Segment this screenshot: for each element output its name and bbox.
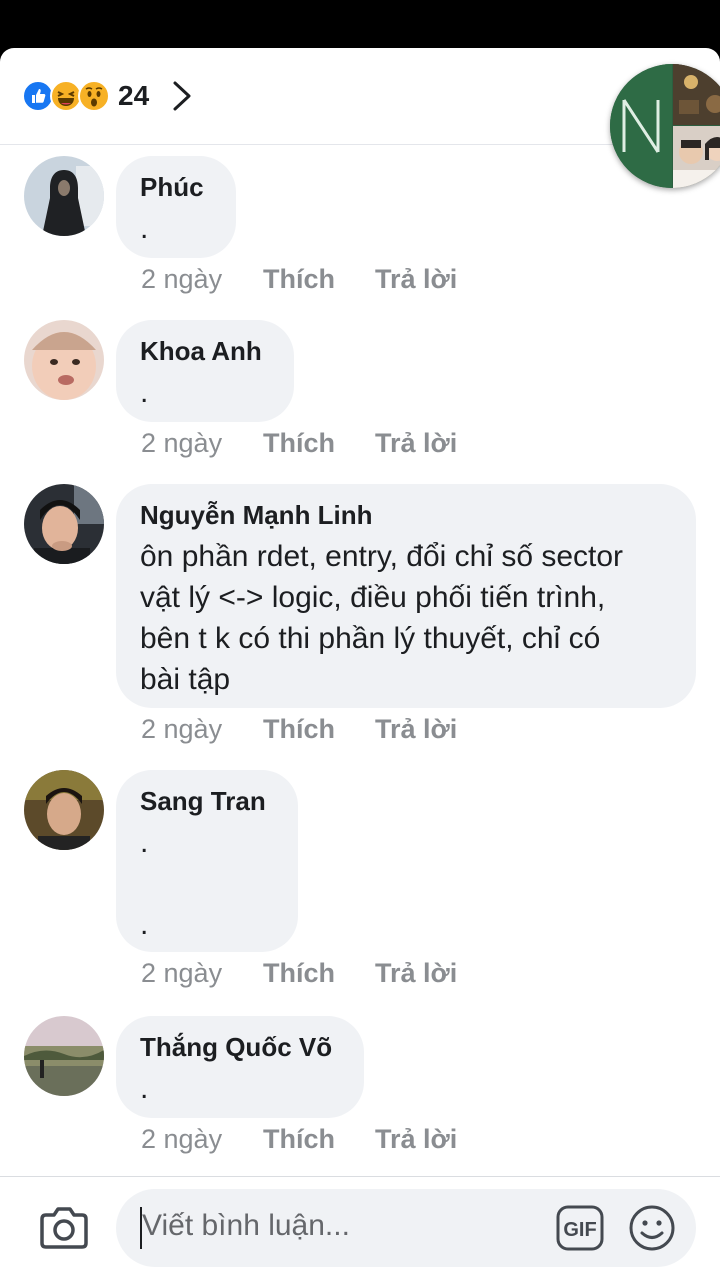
comment-bubble[interactable]: Nguyễn Mạnh Linh ôn phần rdet, entry, đổ… xyxy=(116,484,696,708)
camera-icon[interactable] xyxy=(38,1205,90,1251)
chevron-right-icon[interactable] xyxy=(169,79,193,113)
reactions-summary[interactable]: 24 xyxy=(22,79,193,113)
comment-author[interactable]: Sang Tran xyxy=(140,786,274,816)
gif-icon[interactable]: GIF xyxy=(556,1205,604,1251)
reply-button[interactable]: Trả lời xyxy=(375,428,457,459)
reaction-count: 24 xyxy=(118,80,150,111)
comment-time: 2 ngày xyxy=(141,1124,223,1154)
comment-author[interactable]: Khoa Anh xyxy=(140,336,270,366)
like-button[interactable]: Thích xyxy=(263,958,375,989)
chat-head-bubble[interactable] xyxy=(610,64,720,188)
comment-time: 2 ngày xyxy=(141,264,223,294)
comment-composer: Viết bình luận... GIF xyxy=(0,1176,720,1280)
comment-actions: 2 ngày Thích Trả lời xyxy=(141,714,457,745)
comment-actions: 2 ngày Thích Trả lời xyxy=(141,958,457,989)
reply-button[interactable]: Trả lời xyxy=(375,958,457,989)
comment-text: . xyxy=(140,376,149,409)
comment-text: . xyxy=(140,212,149,245)
comment-author[interactable]: Nguyễn Mạnh Linh xyxy=(140,500,672,530)
chat-head-logo xyxy=(610,64,672,188)
reply-button[interactable]: Trả lời xyxy=(375,1124,457,1155)
comment-input[interactable]: Viết bình luận... GIF xyxy=(116,1189,696,1267)
reply-button[interactable]: Trả lời xyxy=(375,714,457,745)
comment-input-placeholder: Viết bình luận... xyxy=(142,1209,350,1242)
comment-text: ôn phần rdet, entry, đổi chỉ số sector v… xyxy=(140,540,624,696)
avatar[interactable] xyxy=(24,156,104,236)
avatar[interactable] xyxy=(24,320,104,400)
comment-time: 2 ngày xyxy=(141,428,223,458)
comment-bubble[interactable]: Khoa Anh . xyxy=(116,320,294,422)
comment-author[interactable]: Phúc xyxy=(140,172,212,202)
gif-label: GIF xyxy=(563,1219,596,1241)
wow-icon xyxy=(78,80,110,112)
comments-sheet: 24 Phúc . 2 ngày Thích Trả lời Khoa Anh … xyxy=(0,48,720,1280)
reply-button[interactable]: Trả lời xyxy=(375,264,457,295)
avatar[interactable] xyxy=(24,484,104,564)
like-button[interactable]: Thích xyxy=(263,264,375,295)
comment-text: . . xyxy=(140,826,149,941)
comment-actions: 2 ngày Thích Trả lời xyxy=(141,428,457,459)
avatar[interactable] xyxy=(24,1016,104,1096)
chat-head-photo xyxy=(673,126,720,188)
comment-actions: 2 ngày Thích Trả lời xyxy=(141,1124,457,1155)
comment-actions: 2 ngày Thích Trả lời xyxy=(141,264,457,295)
comment-bubble[interactable]: Phúc . xyxy=(116,156,236,258)
comment-author[interactable]: Thắng Quốc Võ xyxy=(140,1032,340,1062)
emoji-icon[interactable] xyxy=(628,1204,676,1252)
comment-time: 2 ngày xyxy=(141,958,223,988)
like-button[interactable]: Thích xyxy=(263,428,375,459)
like-button[interactable]: Thích xyxy=(263,1124,375,1155)
comment-time: 2 ngày xyxy=(141,714,223,744)
chat-head-photo xyxy=(673,64,720,125)
avatar[interactable] xyxy=(24,770,104,850)
comment-bubble[interactable]: Thắng Quốc Võ . xyxy=(116,1016,364,1118)
comment-text: . xyxy=(140,1072,149,1105)
like-button[interactable]: Thích xyxy=(263,714,375,745)
comment-bubble[interactable]: Sang Tran . . xyxy=(116,770,298,952)
